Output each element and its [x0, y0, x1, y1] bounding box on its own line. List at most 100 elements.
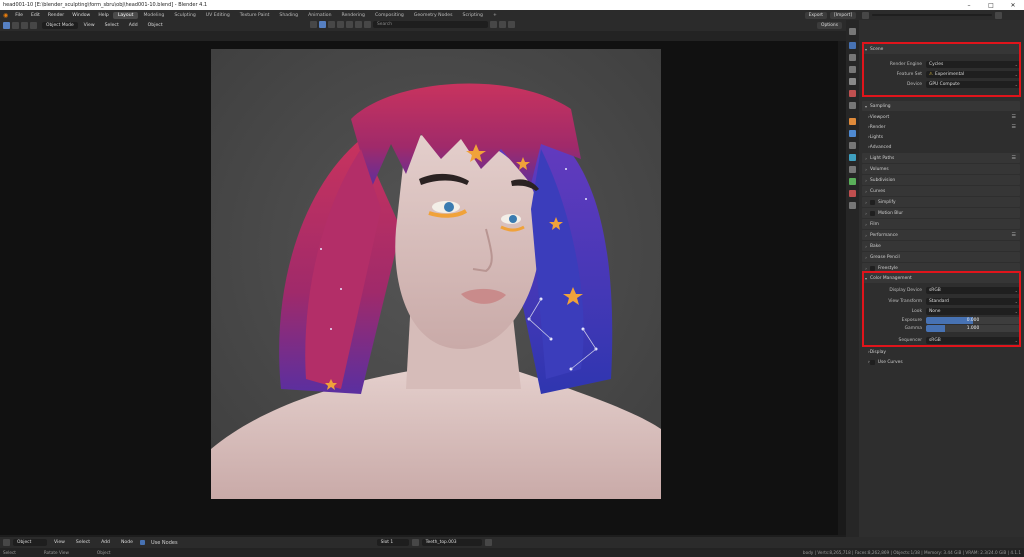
- menu-select[interactable]: Select: [101, 23, 123, 28]
- select-subtract-icon[interactable]: [30, 22, 37, 29]
- physics-tab-icon[interactable]: [849, 154, 856, 161]
- shading-icon[interactable]: [310, 21, 317, 28]
- advanced-subpanel[interactable]: › Advanced: [862, 142, 1020, 152]
- world-tab-icon[interactable]: [849, 90, 856, 97]
- render-shading-icon[interactable]: [319, 21, 326, 28]
- menu-window[interactable]: Window: [68, 13, 94, 18]
- tab-texture-paint[interactable]: Texture Paint: [235, 12, 275, 19]
- xray-icon[interactable]: [346, 21, 353, 28]
- output-tab-icon[interactable]: [849, 54, 856, 61]
- maximize-icon[interactable]: □: [980, 2, 1002, 9]
- menu-render[interactable]: Render: [44, 13, 68, 18]
- use-curves-subpanel[interactable]: › Use Curves: [862, 357, 1020, 367]
- motion-blur-header[interactable]: › Motion Blur: [862, 208, 1020, 218]
- list-icon[interactable]: ☰: [1012, 114, 1016, 120]
- volumes-header[interactable]: › Volumes: [862, 164, 1020, 174]
- tab-sculpting[interactable]: Sculpting: [169, 12, 200, 19]
- list-icon[interactable]: ☰: [1012, 155, 1016, 161]
- tab-rendering[interactable]: Rendering: [337, 12, 370, 19]
- simplify-checkbox[interactable]: [870, 199, 875, 205]
- select-mode-icon[interactable]: [12, 22, 19, 29]
- constraints-tab-icon[interactable]: [849, 166, 856, 173]
- menu-object[interactable]: Object: [144, 23, 167, 28]
- subdivision-header[interactable]: › Subdivision: [862, 175, 1020, 185]
- view-layer-tab-icon[interactable]: [849, 66, 856, 73]
- texture-tab-icon[interactable]: [849, 202, 856, 209]
- blender-logo-icon[interactable]: ◉: [3, 12, 11, 19]
- list-icon[interactable]: ☰: [1012, 124, 1016, 130]
- render-tab-icon[interactable]: [849, 42, 856, 49]
- viewport-scrollbar[interactable]: [838, 41, 846, 535]
- 3d-viewport[interactable]: [0, 41, 846, 535]
- curves-header[interactable]: › Curves: [862, 186, 1020, 196]
- tab-modeling[interactable]: Modeling: [138, 12, 169, 19]
- lights-subpanel[interactable]: › Lights: [862, 132, 1020, 142]
- bake-header[interactable]: › Bake: [862, 241, 1020, 251]
- material-icon[interactable]: [411, 539, 419, 546]
- properties-search[interactable]: [872, 14, 992, 16]
- render-subpanel[interactable]: › Render ☰: [862, 122, 1020, 132]
- menu-edit[interactable]: Edit: [27, 13, 44, 18]
- viewport-subpanel[interactable]: › Viewport ☰: [862, 112, 1020, 122]
- list-icon[interactable]: ☰: [1012, 232, 1016, 238]
- film-header[interactable]: › Film: [862, 219, 1020, 229]
- select-extend-icon[interactable]: [21, 22, 28, 29]
- import-button[interactable]: [Import]: [830, 11, 857, 19]
- simplify-header[interactable]: › Simplify: [862, 197, 1020, 207]
- tab-uv-editing[interactable]: UV Editing: [201, 12, 235, 19]
- add-workspace-icon[interactable]: +: [488, 12, 502, 19]
- display-subpanel[interactable]: › Display: [862, 347, 1020, 357]
- modifier-tab-icon[interactable]: [849, 130, 856, 137]
- menu-node[interactable]: Node: [117, 540, 137, 545]
- object-tab-icon[interactable]: [849, 118, 856, 125]
- export-button[interactable]: Export: [804, 11, 828, 19]
- mode-selector[interactable]: Object Mode: [42, 22, 78, 29]
- menu-view[interactable]: View: [50, 540, 69, 545]
- freestyle-checkbox[interactable]: [870, 265, 875, 271]
- particles-tab-icon[interactable]: [849, 142, 856, 149]
- filter-icon[interactable]: [490, 21, 497, 28]
- grease-pencil-header[interactable]: › Grease Pencil: [862, 252, 1020, 262]
- tool-tab-icon[interactable]: [849, 28, 856, 35]
- minimize-icon[interactable]: –: [958, 2, 980, 9]
- menu-help[interactable]: Help: [94, 13, 112, 18]
- light-paths-header[interactable]: › Light Paths ☰: [862, 153, 1020, 163]
- pin-icon[interactable]: [484, 539, 492, 546]
- close-icon[interactable]: ✕: [1002, 2, 1024, 9]
- tab-compositing[interactable]: Compositing: [370, 12, 409, 19]
- data-tab-icon[interactable]: [849, 178, 856, 185]
- overlay-icon[interactable]: [328, 21, 335, 28]
- sampling-header[interactable]: ▾ Sampling: [862, 101, 1020, 111]
- camera-icon[interactable]: [355, 21, 362, 28]
- scene-tab-icon[interactable]: [849, 78, 856, 85]
- options-button[interactable]: Options: [817, 22, 842, 29]
- motion-blur-checkbox[interactable]: [870, 210, 875, 216]
- pin-icon[interactable]: [995, 11, 1002, 19]
- lock-icon[interactable]: [364, 21, 371, 28]
- collection-tab-icon[interactable]: [849, 102, 856, 109]
- menu-add[interactable]: Add: [97, 540, 114, 545]
- use-curves-checkbox[interactable]: [869, 359, 875, 365]
- editor-type-icon[interactable]: [3, 539, 10, 546]
- gizmo-icon[interactable]: [337, 21, 344, 28]
- tab-animation[interactable]: Animation: [303, 12, 336, 19]
- properties-editor-icon[interactable]: [862, 11, 869, 19]
- menu-add[interactable]: Add: [125, 23, 142, 28]
- performance-header[interactable]: › Performance ☰: [862, 230, 1020, 240]
- tab-geometry-nodes[interactable]: Geometry Nodes: [409, 12, 458, 19]
- editor-type-icon[interactable]: [3, 22, 10, 29]
- slot-selector[interactable]: Slot 1: [376, 539, 409, 546]
- visibility-icon[interactable]: [499, 21, 506, 28]
- tab-shading[interactable]: Shading: [274, 12, 303, 19]
- tab-scripting[interactable]: Scripting: [458, 12, 488, 19]
- object-mode-selector[interactable]: Object: [13, 539, 47, 546]
- menu-file[interactable]: File: [11, 13, 27, 18]
- use-nodes-checkbox[interactable]: [139, 540, 145, 545]
- funnel-icon[interactable]: [508, 21, 515, 28]
- tab-layout[interactable]: Layout: [112, 11, 139, 19]
- material-tab-icon[interactable]: [849, 190, 856, 197]
- search-input[interactable]: Search: [373, 21, 488, 28]
- menu-select[interactable]: Select: [72, 540, 94, 545]
- material-name-field[interactable]: Teeth_top.003: [421, 539, 482, 546]
- menu-view[interactable]: View: [80, 23, 99, 28]
